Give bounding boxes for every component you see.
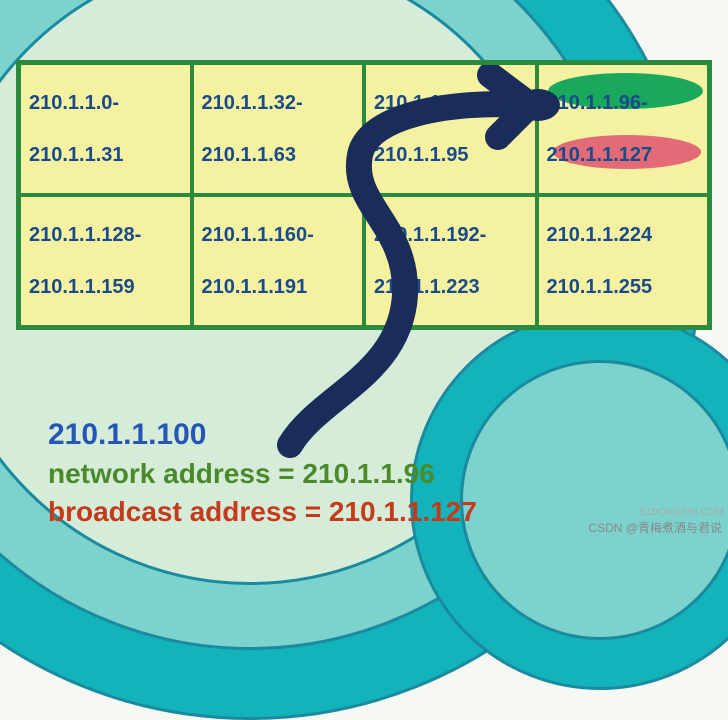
range-end: 210.1.1.159 — [29, 275, 182, 299]
pointer-arrow — [230, 65, 650, 465]
range-start: 210.1.1.0- — [29, 91, 182, 115]
range-end: 210.1.1.31 — [29, 143, 182, 167]
watermark-text: CSDN @青梅煮酒与君说 — [588, 519, 722, 536]
source-logo: 51DONGSHI.COM — [640, 507, 724, 518]
table-cell: 210.1.1.0- 210.1.1.31 — [19, 63, 192, 195]
range-start: 210.1.1.128- — [29, 223, 182, 247]
ip-address-label: 210.1.1.100 — [48, 418, 206, 452]
table-cell: 210.1.1.128- 210.1.1.159 — [19, 195, 192, 327]
broadcast-address-label: broadcast address = 210.1.1.127 — [48, 496, 477, 528]
